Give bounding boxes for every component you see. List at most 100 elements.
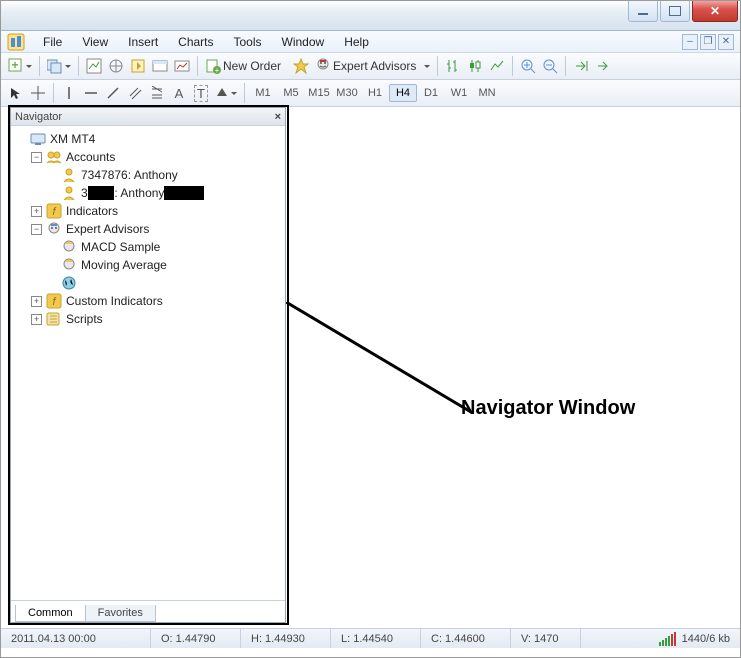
- status-connection[interactable]: 1440/6 kb: [649, 629, 740, 648]
- tree-root[interactable]: XM MT4: [13, 130, 283, 148]
- window-maximize-button[interactable]: [660, 1, 690, 22]
- market-watch-button[interactable]: [83, 55, 105, 77]
- metaquotes-button[interactable]: [290, 55, 312, 77]
- text-label-button[interactable]: T: [190, 82, 212, 104]
- chart-shift-button[interactable]: [592, 55, 614, 77]
- tree-eas-label: Expert Advisors: [66, 222, 149, 236]
- timeframe-h1[interactable]: H1: [361, 84, 389, 102]
- terminal-button[interactable]: [149, 55, 171, 77]
- timeframe-m5[interactable]: M5: [277, 84, 305, 102]
- tree-account-1-label: 7347876: Anthony: [81, 168, 178, 182]
- navigator-title: Navigator: [15, 111, 62, 123]
- menubar: File View Insert Charts Tools Window Hel…: [1, 31, 740, 53]
- zoom-in-button[interactable]: [517, 55, 539, 77]
- tree-ea-ma-label: Moving Average: [81, 258, 167, 272]
- tab-common[interactable]: Common: [15, 605, 86, 622]
- horizontal-line-button[interactable]: [80, 82, 102, 104]
- new-order-button[interactable]: + New Order: [202, 55, 290, 77]
- tree-accounts[interactable]: − Accounts: [13, 148, 283, 166]
- tree-expert-advisors[interactable]: − Expert Advisors: [13, 220, 283, 238]
- mdi-restore-button[interactable]: ❐: [700, 34, 716, 50]
- timeframe-d1[interactable]: D1: [417, 84, 445, 102]
- tree-accounts-label: Accounts: [66, 150, 115, 164]
- navigator-titlebar[interactable]: Navigator ×: [11, 108, 285, 126]
- timeframe-m1[interactable]: M1: [249, 84, 277, 102]
- zoom-out-button[interactable]: [539, 55, 561, 77]
- expert-advisors-button[interactable]: Expert Advisors: [312, 55, 433, 77]
- ea-item-icon: [61, 257, 77, 273]
- timeframe-mn[interactable]: MN: [473, 84, 501, 102]
- candlestick-button[interactable]: [464, 55, 486, 77]
- menu-view[interactable]: View: [72, 33, 118, 51]
- terminal-icon: [30, 131, 46, 147]
- auto-scroll-button[interactable]: [570, 55, 592, 77]
- ea-item-icon: [61, 239, 77, 255]
- crosshair-button[interactable]: [27, 82, 49, 104]
- text-button[interactable]: A: [168, 82, 190, 104]
- timeframe-w1[interactable]: W1: [445, 84, 473, 102]
- new-order-label: New Order: [223, 59, 281, 73]
- tree-indicators[interactable]: + f Indicators: [13, 202, 283, 220]
- status-close: C: 1.44600: [421, 629, 511, 648]
- menu-file[interactable]: File: [33, 33, 72, 51]
- window-minimize-button[interactable]: [628, 1, 658, 22]
- collapse-icon[interactable]: −: [31, 224, 42, 235]
- expert-advisors-label: Expert Advisors: [333, 59, 416, 73]
- expand-icon[interactable]: +: [31, 206, 42, 217]
- menu-window[interactable]: Window: [272, 33, 335, 51]
- window-close-button[interactable]: [692, 1, 738, 22]
- connection-bars-icon: [659, 632, 676, 646]
- expand-icon[interactable]: +: [31, 314, 42, 325]
- profiles-button[interactable]: [44, 55, 74, 77]
- svg-text:+: +: [215, 66, 220, 74]
- tree-scripts-label: Scripts: [66, 312, 103, 326]
- line-chart-button[interactable]: [486, 55, 508, 77]
- status-high: H: 1.44930: [241, 629, 331, 648]
- timeframe-m30[interactable]: M30: [333, 84, 361, 102]
- menu-tools[interactable]: Tools: [224, 33, 272, 51]
- tree-ea-macd[interactable]: MACD Sample: [13, 238, 283, 256]
- tree-account-2[interactable]: 30000: AnthonyXXXXX: [13, 184, 283, 202]
- svg-text:+: +: [11, 58, 18, 72]
- tree-ea-more[interactable]: [13, 274, 283, 292]
- tree-ea-macd-label: MACD Sample: [81, 240, 160, 254]
- data-window-button[interactable]: [127, 55, 149, 77]
- new-chart-button[interactable]: +: [5, 55, 35, 77]
- main-area: Navigator × XM MT4 − Accounts 7347876: A…: [1, 107, 740, 628]
- navigator-panel: Navigator × XM MT4 − Accounts 7347876: A…: [10, 107, 286, 623]
- tree-root-label: XM MT4: [50, 132, 95, 146]
- tree-scripts[interactable]: + Scripts: [13, 310, 283, 328]
- vertical-line-button[interactable]: [58, 82, 80, 104]
- tab-favorites[interactable]: Favorites: [85, 605, 156, 622]
- tree-account-1[interactable]: 7347876: Anthony: [13, 166, 283, 184]
- trendline-button[interactable]: [102, 82, 124, 104]
- expand-icon[interactable]: +: [31, 296, 42, 307]
- mdi-minimize-button[interactable]: –: [682, 34, 698, 50]
- menu-charts[interactable]: Charts: [168, 33, 223, 51]
- toolbar-main: + + New Order Expert Advisors: [1, 53, 740, 80]
- menu-help[interactable]: Help: [334, 33, 379, 51]
- collapse-icon[interactable]: −: [31, 152, 42, 163]
- navigator-toolbar-button[interactable]: [105, 55, 127, 77]
- status-low: L: 1.44540: [331, 629, 421, 648]
- strategy-tester-button[interactable]: [171, 55, 193, 77]
- arrows-button[interactable]: [212, 82, 240, 104]
- globe-icon: [61, 275, 77, 291]
- tree-ea-ma[interactable]: Moving Average: [13, 256, 283, 274]
- navigator-close-button[interactable]: ×: [275, 111, 281, 123]
- annotation-label: Navigator Window: [461, 397, 635, 420]
- tree-custom-indicators[interactable]: + f Custom Indicators: [13, 292, 283, 310]
- indicators-icon: f: [46, 203, 62, 219]
- bar-chart-button[interactable]: [442, 55, 464, 77]
- person-icon: [61, 185, 77, 201]
- fibonacci-button[interactable]: [146, 82, 168, 104]
- timeframe-m15[interactable]: M15: [305, 84, 333, 102]
- menu-insert[interactable]: Insert: [118, 33, 168, 51]
- toolbar-drawing: A T M1 M5 M15 M30 H1 H4 D1 W1 MN: [1, 80, 740, 107]
- timeframe-h4[interactable]: H4: [389, 84, 417, 102]
- accounts-icon: [46, 149, 62, 165]
- equidistant-channel-button[interactable]: [124, 82, 146, 104]
- mdi-close-button[interactable]: ✕: [718, 34, 734, 50]
- status-volume: V: 1470: [511, 629, 581, 648]
- cursor-button[interactable]: [5, 82, 27, 104]
